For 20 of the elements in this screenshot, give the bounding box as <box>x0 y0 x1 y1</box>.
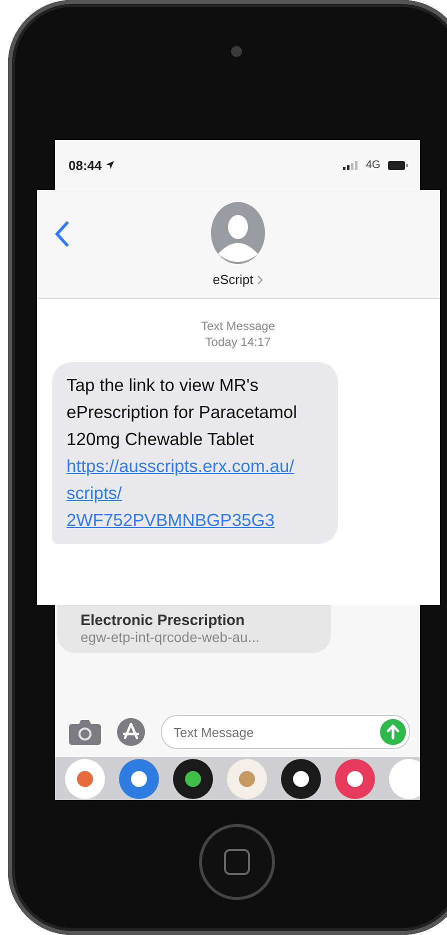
camera-icon[interactable] <box>68 719 100 745</box>
chevron-right-icon <box>257 274 264 284</box>
preview-url: egw-etp-int-qrcode-web-au... <box>80 629 260 645</box>
camera-icon <box>230 46 242 57</box>
send-icon[interactable] <box>380 719 406 745</box>
battery-icon <box>388 160 408 170</box>
message-input[interactable]: Text Message <box>172 724 380 740</box>
contact-name[interactable]: eScript <box>212 272 254 287</box>
location-arrow-icon <box>106 161 114 169</box>
message-text: Tap the link to view MR's ePrescription for Paracetamol 120mg Chewable Tablet <box>66 375 298 449</box>
network-label: 4G <box>366 159 380 171</box>
link-preview-bubble[interactable]: Electronic Prescription egw-etp-int-qrcode-web-au... <box>56 605 330 653</box>
status-time: 08:44 <box>68 158 102 172</box>
message-timestamp: Today 14:17 <box>205 334 271 350</box>
back-chevron-icon[interactable] <box>54 221 68 247</box>
service-label: Text Message <box>200 318 276 334</box>
preview-title: Electronic Prescription <box>80 612 246 629</box>
signal-icon <box>342 160 359 170</box>
message-input-field[interactable]: Text Message <box>160 715 410 749</box>
avatar-icon[interactable] <box>211 202 265 264</box>
